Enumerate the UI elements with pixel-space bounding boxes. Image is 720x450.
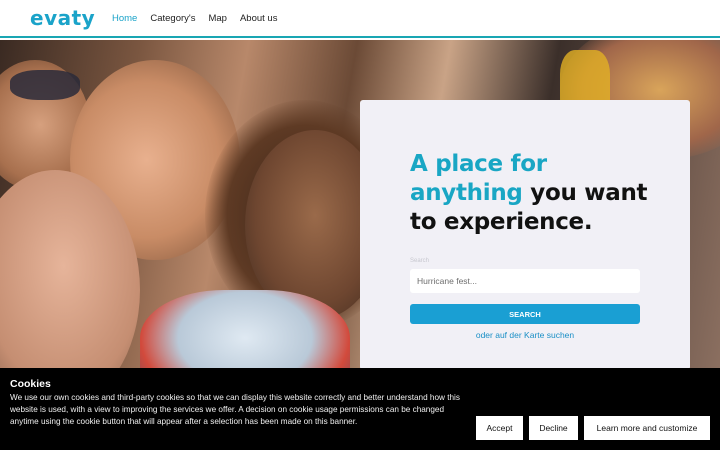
search-button[interactable]: SEARCH — [410, 304, 640, 324]
headline-accent-2: anything — [410, 180, 523, 206]
main-nav: Home Category's Map About us — [112, 13, 277, 24]
map-search-link[interactable]: oder auf der Karte suchen — [410, 330, 640, 340]
nav-home[interactable]: Home — [112, 13, 137, 24]
hero-headline: A place for anything you want to experie… — [410, 150, 670, 237]
search-input[interactable] — [410, 269, 640, 293]
cookie-text: We use our own cookies and third-party c… — [10, 393, 460, 426]
cookie-banner: Cookies We use our own cookies and third… — [0, 368, 720, 450]
hero-photo-sunglasses — [10, 70, 80, 100]
headline-accent-1: A place for — [410, 151, 547, 177]
nav-categories[interactable]: Category's — [150, 13, 195, 24]
cookie-title: Cookies — [10, 378, 51, 390]
site-header: evaty Home Category's Map About us — [0, 0, 720, 38]
nav-about-us[interactable]: About us — [240, 13, 278, 24]
search-card: A place for anything you want to experie… — [360, 100, 690, 370]
nav-map[interactable]: Map — [208, 13, 226, 24]
cookie-decline-button[interactable]: Decline — [529, 416, 578, 440]
headline-period: . — [583, 209, 593, 235]
cookie-learn-more-button[interactable]: Learn more and customize — [584, 416, 710, 440]
hero-photo-shirt — [140, 290, 350, 370]
evaty-logo[interactable]: evaty — [30, 6, 95, 30]
headline-rest-1: you want — [530, 180, 648, 206]
search-label: Search — [410, 258, 430, 264]
headline-rest-2: to experience — [410, 209, 584, 235]
cookie-accept-button[interactable]: Accept — [476, 416, 523, 440]
